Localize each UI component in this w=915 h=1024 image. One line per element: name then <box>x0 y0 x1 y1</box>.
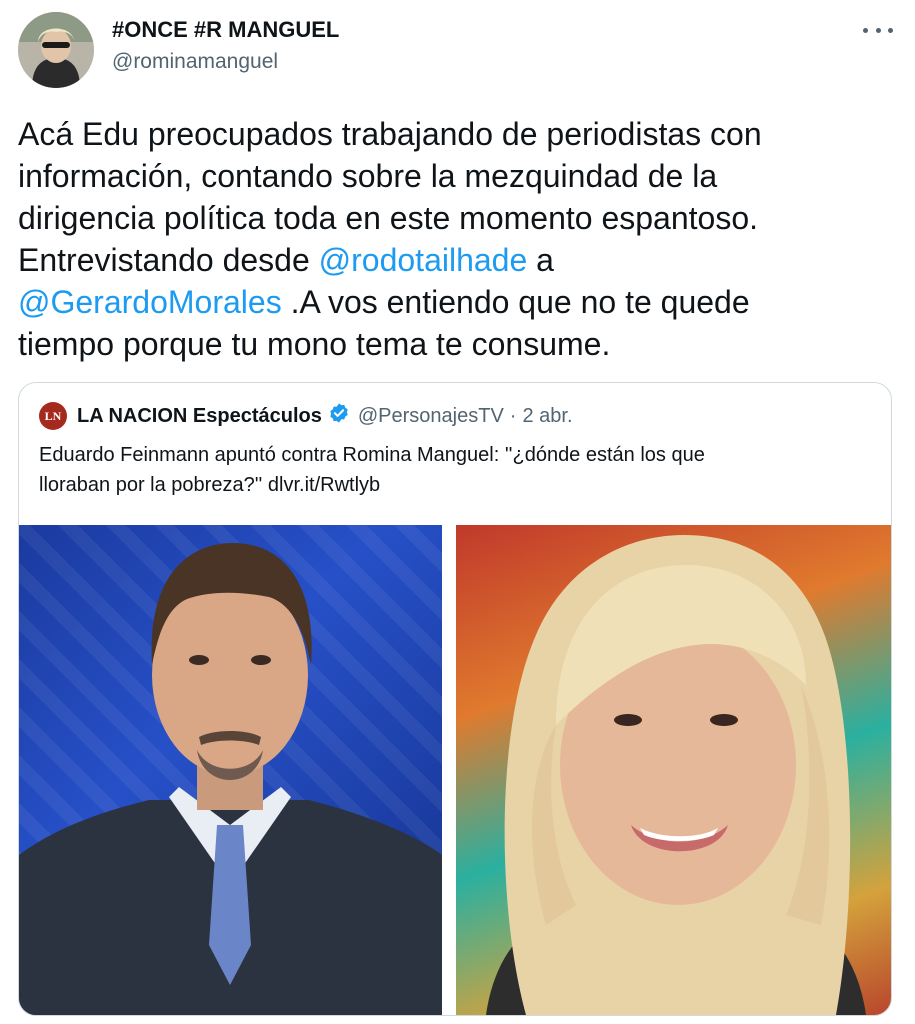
tweet-text: Acá Edu preocupados trabajando de period… <box>18 113 898 365</box>
quoted-media <box>19 525 891 1015</box>
tweet-line: tiempo porque tu mono tema te consume. <box>18 326 611 362</box>
author-avatar[interactable] <box>18 12 94 88</box>
tweet-line: información, contando sobre la mezquinda… <box>18 158 718 194</box>
tweet-line: dirigencia política toda en este momento… <box>18 200 759 236</box>
tweet-line: Entrevistando desde @rodotailhade a <box>18 239 898 281</box>
woman-portrait-photo[interactable] <box>456 525 891 1015</box>
media-divider <box>442 525 456 1015</box>
quoted-author-name[interactable]: LA NACION Espectáculos <box>77 405 322 428</box>
quoted-text-line: lloraban por la pobreza?'' dlvr.it/Rwtly… <box>39 474 381 496</box>
quoted-author-handle[interactable]: @PersonajesTV <box>358 405 504 428</box>
quoted-tweet-date[interactable]: 2 abr. <box>522 405 572 428</box>
tweet[interactable]: #ONCE #R MANGUEL @rominamanguel Acá Edu … <box>0 0 915 1024</box>
quoted-text-line: Eduardo Feinmann apuntó contra Romina Ma… <box>39 444 705 466</box>
mention-link-gerardomorales[interactable]: @GerardoMorales <box>18 284 282 320</box>
author-display-name[interactable]: #ONCE #R MANGUEL <box>112 17 339 43</box>
more-options-icon[interactable] <box>863 18 893 42</box>
mention-link-rodotailhade[interactable]: @rodotailhade <box>319 242 528 278</box>
author-handle[interactable]: @rominamanguel <box>112 50 278 74</box>
la-nacion-logo-icon[interactable]: LN <box>39 402 67 430</box>
quoted-tweet-header: LN LA NACION Espectáculos @PersonajesTV … <box>39 401 573 431</box>
quoted-tweet-text: Eduardo Feinmann apuntó contra Romina Ma… <box>39 440 869 500</box>
separator-dot: · <box>509 404 517 427</box>
tweet-line: Acá Edu preocupados trabajando de period… <box>18 116 762 152</box>
quoted-tweet[interactable]: LN LA NACION Espectáculos @PersonajesTV … <box>18 382 892 1016</box>
man-portrait-photo[interactable] <box>19 525 442 1015</box>
tweet-text-fragment: Entrevistando desde <box>18 242 319 278</box>
tweet-text-fragment: a <box>527 242 554 278</box>
verified-badge-icon <box>328 402 350 430</box>
tweet-line: @GerardoMorales .A vos entiendo que no t… <box>18 281 898 323</box>
tweet-text-fragment: .A vos entiendo que no te quede <box>281 284 750 320</box>
user-avatar-photo <box>18 12 94 88</box>
